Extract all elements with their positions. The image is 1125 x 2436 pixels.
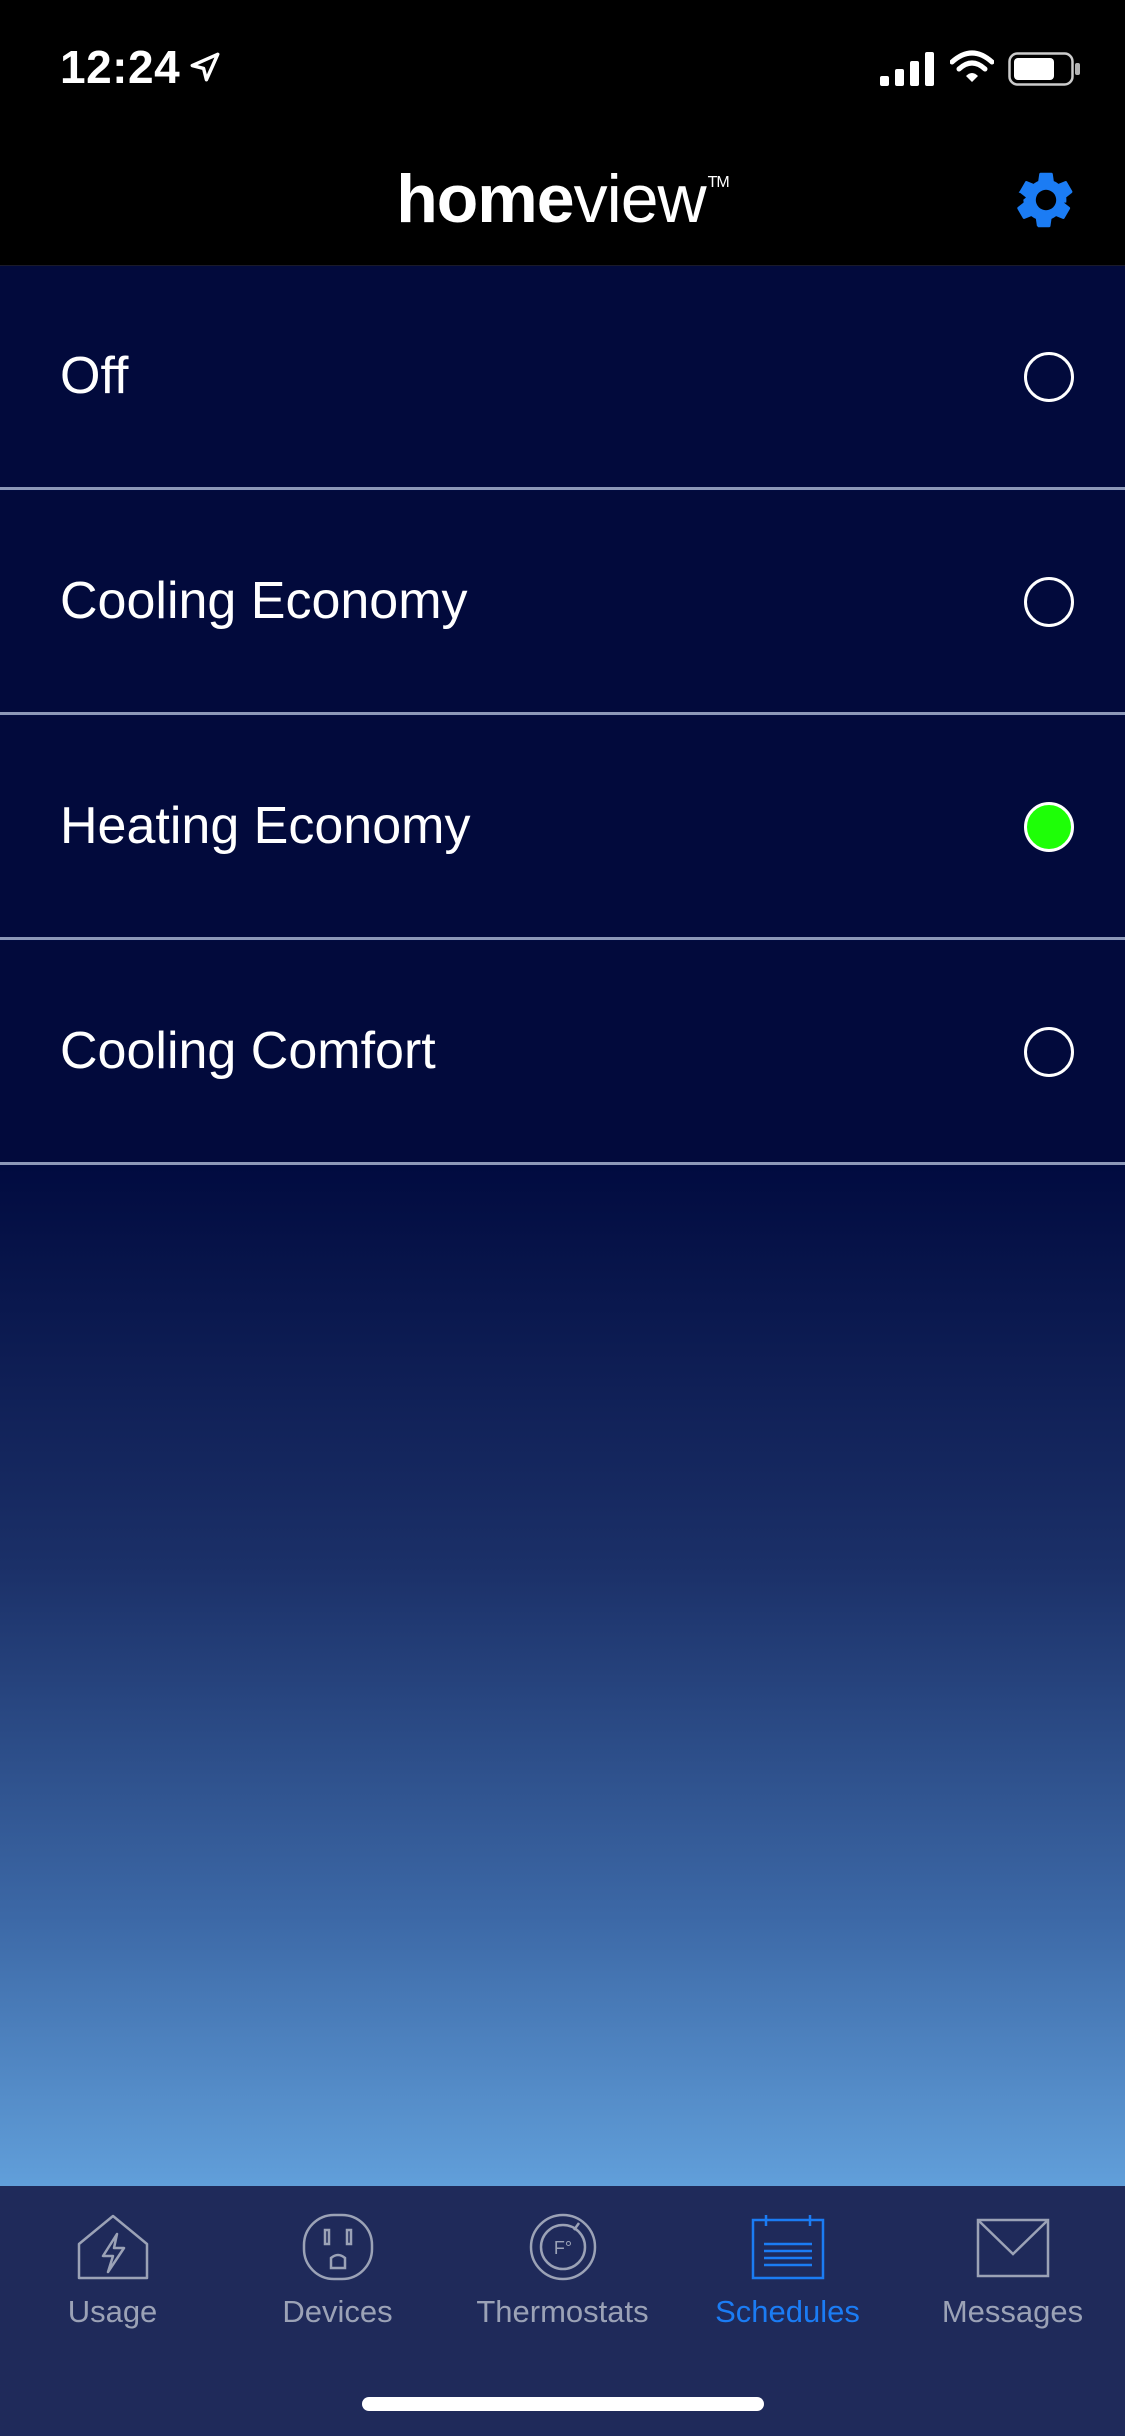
mode-row-heating-economy[interactable]: Heating Economy (0, 716, 1125, 940)
mode-row-off[interactable]: Off (0, 266, 1125, 490)
mode-radio[interactable] (1024, 352, 1074, 402)
tab-messages[interactable]: Messages (900, 2186, 1125, 2436)
thermostat-icon: F° (529, 2213, 596, 2281)
mode-label: Off (60, 347, 129, 405)
home-indicator[interactable] (362, 2397, 764, 2411)
wifi-icon (950, 50, 994, 82)
schedule-mode-list: Off Cooling Economy Heating Economy Cool… (0, 266, 1125, 2186)
mode-row-cooling-comfort[interactable]: Cooling Comfort (0, 941, 1125, 1165)
mode-row-cooling-economy[interactable]: Cooling Economy (0, 491, 1125, 715)
mode-label: Heating Economy (60, 797, 471, 855)
mode-radio[interactable] (1024, 1027, 1074, 1077)
homeview-logo: homeview TM (396, 161, 730, 237)
mode-radio[interactable] (1024, 577, 1074, 627)
signal-icon (880, 52, 934, 86)
outlet-icon (302, 2213, 373, 2281)
calendar-icon (751, 2215, 824, 2280)
mode-label: Cooling Comfort (60, 1022, 436, 1080)
mode-label: Cooling Economy (60, 572, 468, 630)
status-bar: 12:24 (0, 0, 1125, 135)
mode-radio-selected[interactable] (1024, 802, 1074, 852)
location-arrow-icon (190, 52, 220, 82)
tab-usage[interactable]: Usage (0, 2186, 225, 2436)
envelope-icon (976, 2218, 1049, 2278)
gear-icon[interactable] (1012, 166, 1080, 234)
svg-text:F°: F° (553, 2238, 571, 2258)
battery-icon (1008, 52, 1080, 86)
status-time: 12:24 (60, 41, 181, 93)
house-bolt-icon (77, 2214, 148, 2280)
